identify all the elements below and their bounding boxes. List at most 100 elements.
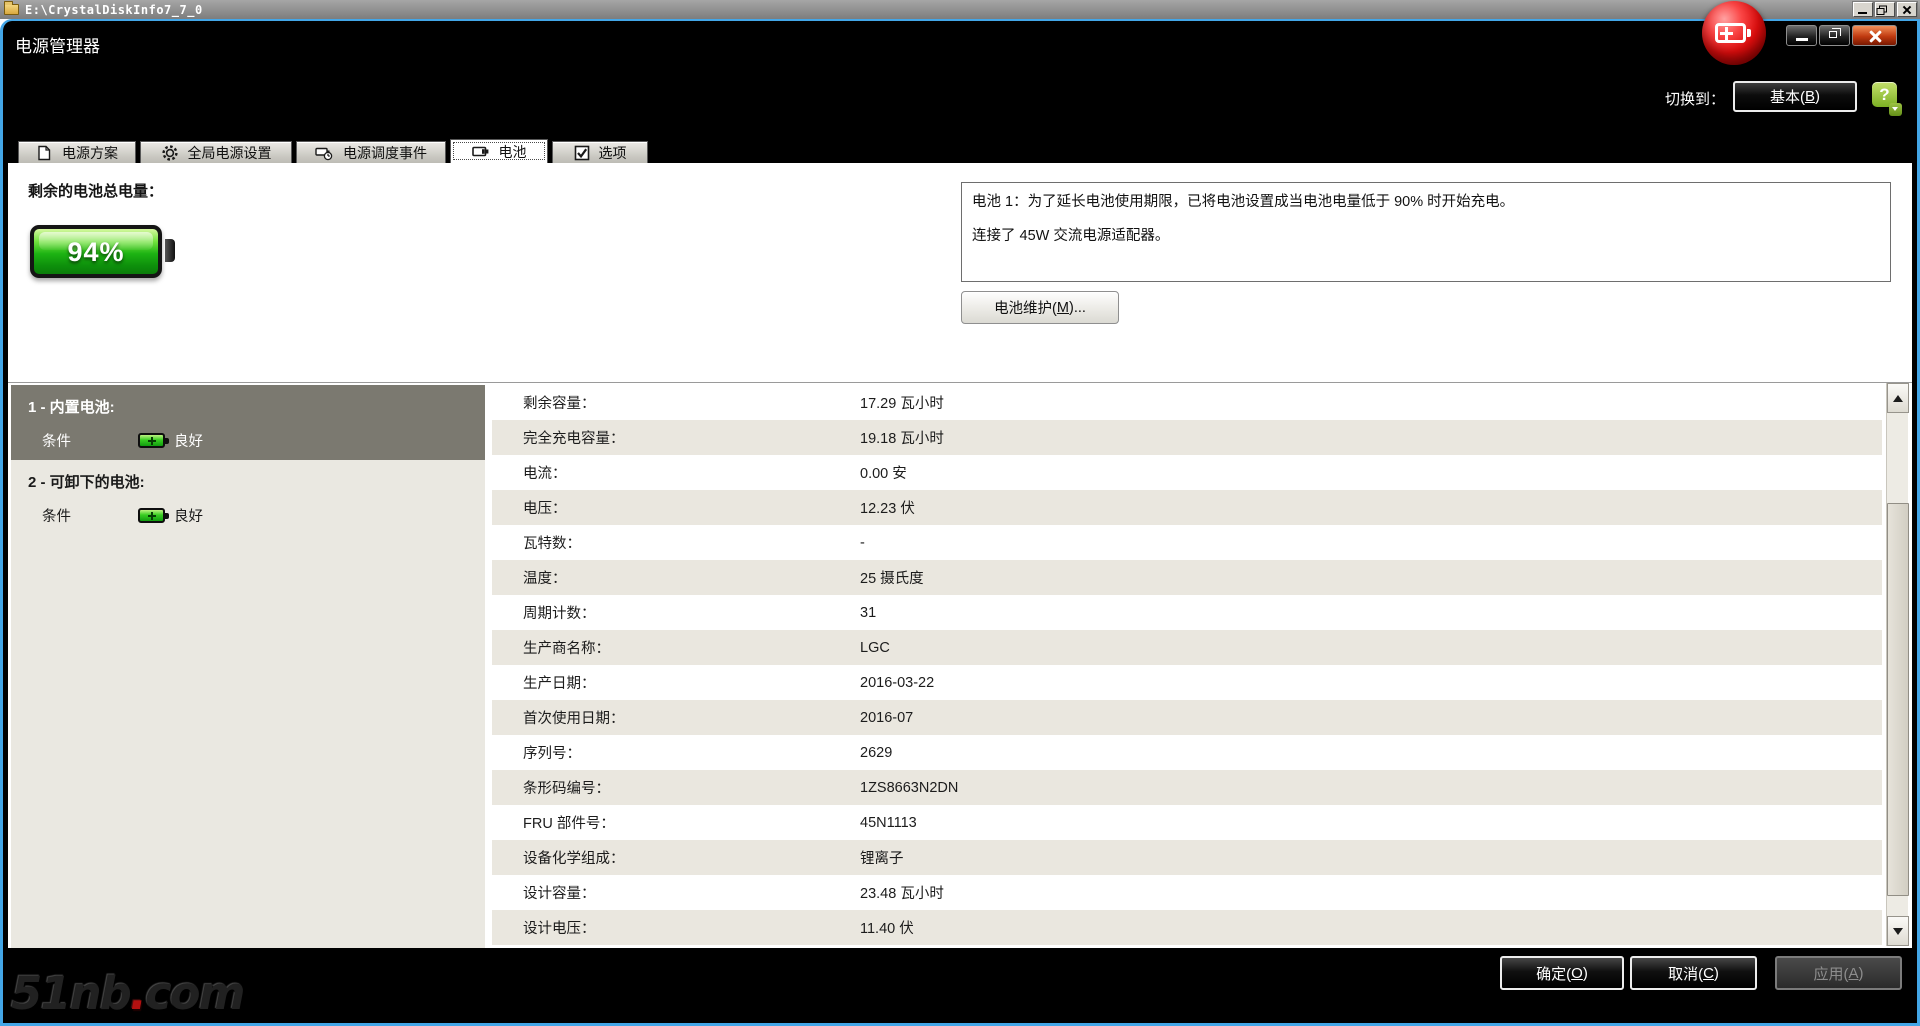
folder-icon: [4, 4, 19, 15]
battery-details-table: 剩余容量：17.29 瓦小时完全充电容量：19.18 瓦小时电流：0.00 安电…: [492, 385, 1882, 945]
detail-label: 剩余容量：: [492, 392, 860, 413]
switch-to-basic-button[interactable]: 基本(B): [1733, 81, 1857, 112]
gear-icon: [161, 144, 179, 162]
minimize-icon: [1796, 38, 1808, 41]
detail-value: 锂离子: [860, 847, 904, 868]
help-icon[interactable]: ?: [1872, 82, 1897, 107]
vertical-scrollbar[interactable]: [1886, 383, 1908, 946]
detail-label: 电流：: [492, 462, 860, 483]
detail-label: 设计电压：: [492, 917, 860, 938]
explorer-titlebar[interactable]: E:\CrystalDiskInfo7_7_0: [0, 0, 1920, 19]
condition-value: 良好: [174, 430, 203, 451]
tab-power-plans[interactable]: 电源方案: [18, 141, 136, 163]
battery-tab-content: 剩余的电池总电量： 94% 电池 1：为了延长电池使用期限，已将电池设置成当电池…: [8, 163, 1912, 948]
app-title: 电源管理器: [15, 32, 100, 57]
tab-bar: 电源方案 全局电源设置 电源调度事件: [18, 139, 648, 163]
detail-label: 周期计数：: [492, 602, 860, 623]
condition-label: 条件: [42, 505, 138, 526]
table-row: 剩余容量：17.29 瓦小时: [492, 385, 1882, 420]
condition-value: 良好: [174, 505, 203, 526]
detail-label: 首次使用日期：: [492, 707, 860, 728]
detail-value: 12.23 伏: [860, 497, 915, 518]
scroll-up-button[interactable]: [1887, 383, 1909, 413]
detail-value: 23.48 瓦小时: [860, 882, 944, 903]
tab-battery[interactable]: 电池: [450, 139, 548, 163]
battery-list-item-2[interactable]: 2 - 可卸下的电池: 条件 良好: [11, 460, 485, 535]
explorer-restore-button[interactable]: [1875, 2, 1895, 17]
battery-detail-section: 1 - 内置电池: 条件 良好 2 - 可卸下的电池: 条件 良好: [8, 382, 1912, 948]
detail-value: 11.40 伏: [860, 917, 914, 938]
table-row: 完全充电容量：19.18 瓦小时: [492, 420, 1882, 455]
detail-value: 1ZS8663N2DN: [860, 780, 958, 796]
detail-value: LGC: [860, 640, 890, 656]
tab-options[interactable]: 选项: [552, 141, 648, 163]
table-row: 生产日期：2016-03-22: [492, 665, 1882, 700]
screen: E:\CrystalDiskInfo7_7_0 电源管理器 切换到： 基本(B)…: [0, 0, 1920, 1026]
table-row: 电流：0.00 安: [492, 455, 1882, 490]
tab-global-power-settings[interactable]: 全局电源设置: [140, 141, 292, 163]
table-row: 温度：25 摄氏度: [492, 560, 1882, 595]
detail-value: 25 摄氏度: [860, 567, 924, 588]
battery-clock-icon: [315, 145, 334, 161]
detail-value: 31: [860, 605, 876, 621]
ok-button[interactable]: 确定(O): [1500, 956, 1624, 990]
battery-list-panel: 1 - 内置电池: 条件 良好 2 - 可卸下的电池: 条件 良好: [11, 385, 485, 948]
table-row: 首次使用日期：2016-07: [492, 700, 1882, 735]
switch-to-label: 切换到：: [1595, 88, 1725, 109]
battery-icon: [472, 144, 490, 159]
detail-value: 45N1113: [860, 815, 917, 831]
power-manager-window: 电源管理器 切换到： 基本(B) ? 电源方案: [0, 19, 1920, 1026]
notice-line-2: 连接了 45W 交流电源适配器。: [972, 226, 1880, 246]
detail-label: 序列号：: [492, 742, 860, 763]
arrow-down-icon: [1893, 928, 1903, 940]
notice-line-1: 电池 1：为了延长电池使用期限，已将电池设置成当电池电量低于 90% 时开始充电…: [972, 192, 1880, 212]
table-row: 生产商名称：LGC: [492, 630, 1882, 665]
table-row: 瓦特数：-: [492, 525, 1882, 560]
table-row: 电压：12.23 伏: [492, 490, 1882, 525]
close-icon: [1898, 3, 1916, 16]
tab-power-schedule-events[interactable]: 电源调度事件: [296, 141, 446, 163]
total-battery-power-label: 剩余的电池总电量：: [28, 180, 163, 201]
detail-label: 温度：: [492, 567, 860, 588]
table-row: 设计容量：23.48 瓦小时: [492, 875, 1882, 910]
table-row: 序列号：2629: [492, 735, 1882, 770]
cancel-button[interactable]: 取消(C): [1630, 956, 1757, 990]
table-row: 设计电压：11.40 伏: [492, 910, 1882, 945]
explorer-close-button[interactable]: [1897, 2, 1917, 17]
detail-label: 电压：: [492, 497, 860, 518]
battery-gauge: 94%: [30, 225, 162, 278]
battery-item-title: 1 - 内置电池:: [28, 396, 115, 417]
minimize-icon: [1858, 12, 1867, 14]
battery-notice-box: 电池 1：为了延长电池使用期限，已将电池设置成当电池电量低于 90% 时开始充电…: [961, 182, 1891, 282]
battery-good-icon: [138, 508, 165, 523]
arrow-up-icon: [1893, 390, 1903, 402]
detail-label: 瓦特数：: [492, 532, 860, 553]
condition-label: 条件: [42, 430, 138, 451]
detail-value: 17.29 瓦小时: [860, 392, 944, 413]
detail-value: 2016-03-22: [860, 675, 934, 691]
detail-value: 19.18 瓦小时: [860, 427, 944, 448]
app-restore-button[interactable]: [1819, 25, 1850, 46]
table-row: 周期计数：31: [492, 595, 1882, 630]
battery-maintenance-button[interactable]: 电池维护(M)...: [961, 291, 1119, 324]
power-manager-logo-icon: [1702, 1, 1766, 65]
detail-label: 完全充电容量：: [492, 427, 860, 448]
battery-plus-icon: [1715, 23, 1746, 43]
window-controls: [1786, 25, 1897, 46]
restore-icon: [1876, 5, 1888, 16]
scrollbar-thumb[interactable]: [1887, 503, 1909, 896]
detail-label: 生产商名称：: [492, 637, 860, 658]
battery-item-title: 2 - 可卸下的电池:: [28, 471, 145, 492]
table-row: 条形码编号：1ZS8663N2DN: [492, 770, 1882, 805]
detail-value: 2629: [860, 745, 892, 761]
help-dropdown-icon[interactable]: [1889, 103, 1902, 116]
app-close-button[interactable]: [1852, 25, 1897, 46]
explorer-minimize-button[interactable]: [1853, 2, 1873, 17]
watermark: 51nb.com: [11, 967, 243, 1020]
table-row: 设备化学组成：锂离子: [492, 840, 1882, 875]
battery-list-item-1[interactable]: 1 - 内置电池: 条件 良好: [11, 385, 485, 460]
scroll-down-button[interactable]: [1887, 916, 1909, 946]
checkbox-check-icon: [574, 145, 590, 161]
app-minimize-button[interactable]: [1786, 25, 1817, 46]
detail-value: 0.00 安: [860, 462, 907, 483]
